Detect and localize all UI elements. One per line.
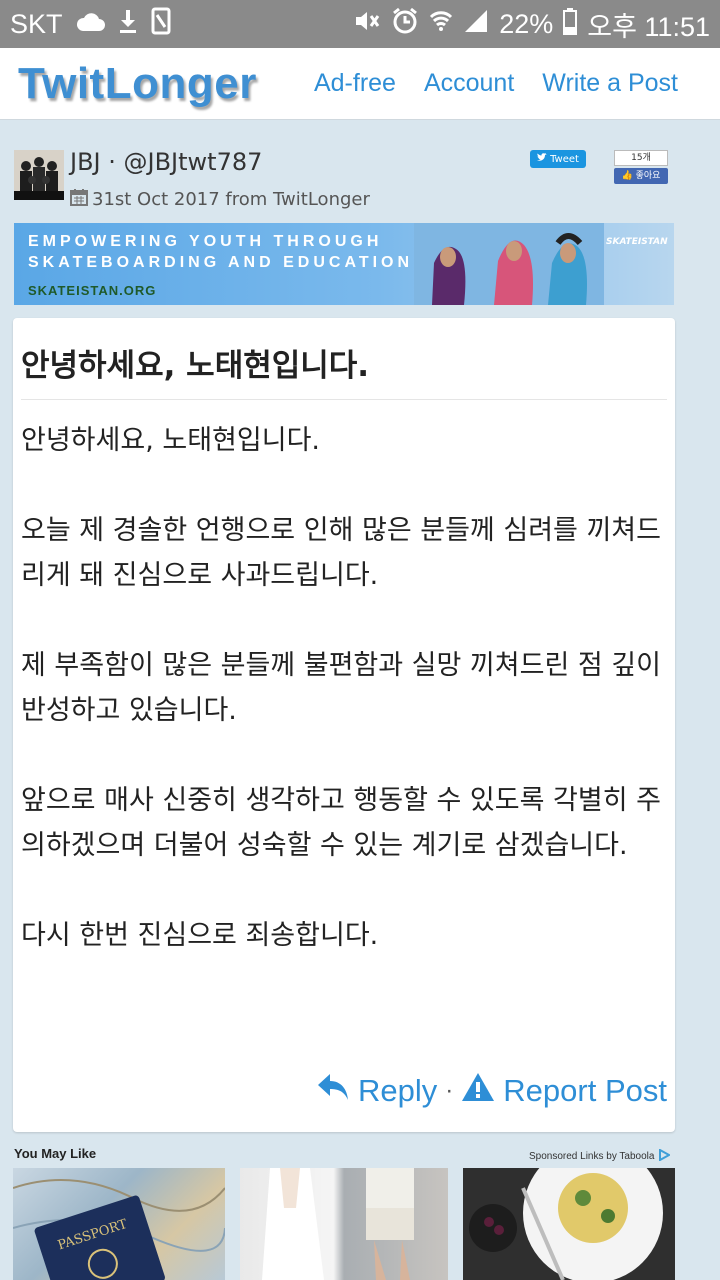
like-count: 15개 [614, 150, 668, 166]
nav-link-ad-free[interactable]: Ad-free [314, 69, 396, 98]
thumbs-up-icon: 👍 [621, 171, 633, 181]
like-button[interactable]: 👍 좋아요 [614, 168, 668, 184]
clock: 오후 11:51 [587, 11, 710, 42]
banner-url: SKATEISTAN.ORG [28, 283, 157, 298]
recommendation-thumbnail[interactable] [240, 1168, 448, 1280]
tweet-label: Tweet [550, 153, 579, 165]
post-author: JBJ · @JBJtwt787 31st Oct 2017 from Twit… [14, 148, 676, 214]
sponsored-links[interactable]: Sponsored Links by Taboola [529, 1148, 672, 1164]
post-title: 안녕하세요, 노태현입니다. [21, 348, 370, 384]
banner-photo [414, 223, 604, 305]
site-header: TwitLonger Ad-free Account Write a Post [0, 48, 720, 120]
sponsored-label: Sponsored Links by Taboola [529, 1151, 655, 1162]
report-post-button[interactable]: Report Post [461, 1072, 667, 1110]
like-label: 좋아요 [635, 171, 661, 181]
banner-headline-2: SKATEBOARDING AND EDUCATION [28, 254, 414, 271]
nav-link-write-post[interactable]: Write a Post [542, 69, 678, 98]
nav-links: Ad-free Account Write a Post [314, 69, 678, 98]
calendar-icon [70, 188, 88, 211]
mute-icon [353, 8, 381, 41]
post-date-text: 31st Oct 2017 from TwitLonger [92, 189, 370, 210]
author-name[interactable]: JBJ · @JBJtwt787 [70, 148, 262, 176]
post-paragraph: 오늘 제 경솔한 언행으로 인해 많은 분들께 심려를 끼쳐드리게 돼 진심으로… [21, 515, 661, 591]
reply-label: Reply [358, 1073, 438, 1108]
recommendation-thumbnail[interactable] [463, 1168, 675, 1280]
battery-percent: 22% [499, 8, 554, 39]
you-may-like-title: You May Like [14, 1146, 97, 1161]
site-logo[interactable]: TwitLonger [18, 59, 257, 109]
post-paragraph: 앞으로 매사 신중히 생각하고 행동할 수 있도록 각별히 주의하겠으며 더불어… [21, 785, 661, 861]
download-icon [117, 8, 139, 41]
post-paragraph: 다시 한번 진심으로 죄송합니다. [21, 920, 379, 951]
banner-headline-1: EMPOWERING YOUTH THROUGH [28, 233, 383, 250]
avatar[interactable] [14, 150, 64, 200]
banner-brand: SKATEISTAN [606, 237, 668, 247]
post-paragraph: 안녕하세요, 노태현입니다. [21, 425, 320, 456]
signal-icon [463, 8, 489, 41]
battery-icon [563, 7, 578, 42]
alarm-icon [391, 7, 419, 42]
taboola-icon [658, 1148, 672, 1164]
post-actions: Reply · Report Post [316, 1072, 667, 1110]
twitter-bird-icon [537, 153, 548, 165]
reply-icon [316, 1072, 350, 1110]
post-paragraph: 제 부족함이 많은 분들께 불편함과 실망 끼쳐드린 점 깊이 반성하고 있습니… [21, 650, 661, 726]
banner-ad[interactable]: EMPOWERING YOUTH THROUGH SKATEBOARDING A… [14, 223, 674, 305]
reply-button[interactable]: Reply [316, 1072, 437, 1110]
report-post-label: Report Post [503, 1073, 667, 1108]
carrier-label: SKT [10, 8, 63, 39]
warning-icon [461, 1072, 495, 1110]
phone-icon [151, 7, 171, 42]
cloud-icon [75, 9, 105, 40]
recommendation-thumbnail[interactable]: PASSPORT [13, 1168, 225, 1280]
post-body: 안녕하세요, 노태현입니다. 오늘 제 경솔한 언행으로 인해 많은 분들께 심… [21, 418, 667, 1003]
nav-link-account[interactable]: Account [424, 69, 514, 98]
action-separator: · [445, 1077, 454, 1104]
tweet-button[interactable]: Tweet [530, 150, 586, 168]
divider [21, 399, 667, 400]
facebook-like: 15개 👍 좋아요 [614, 150, 668, 184]
post-date: 31st Oct 2017 from TwitLonger [70, 188, 370, 211]
post-card: 안녕하세요, 노태현입니다. 안녕하세요, 노태현입니다. 오늘 제 경솔한 언… [13, 318, 675, 1132]
wifi-icon [429, 7, 453, 42]
status-bar: SKT 22% 오후 11:51 [0, 0, 720, 48]
